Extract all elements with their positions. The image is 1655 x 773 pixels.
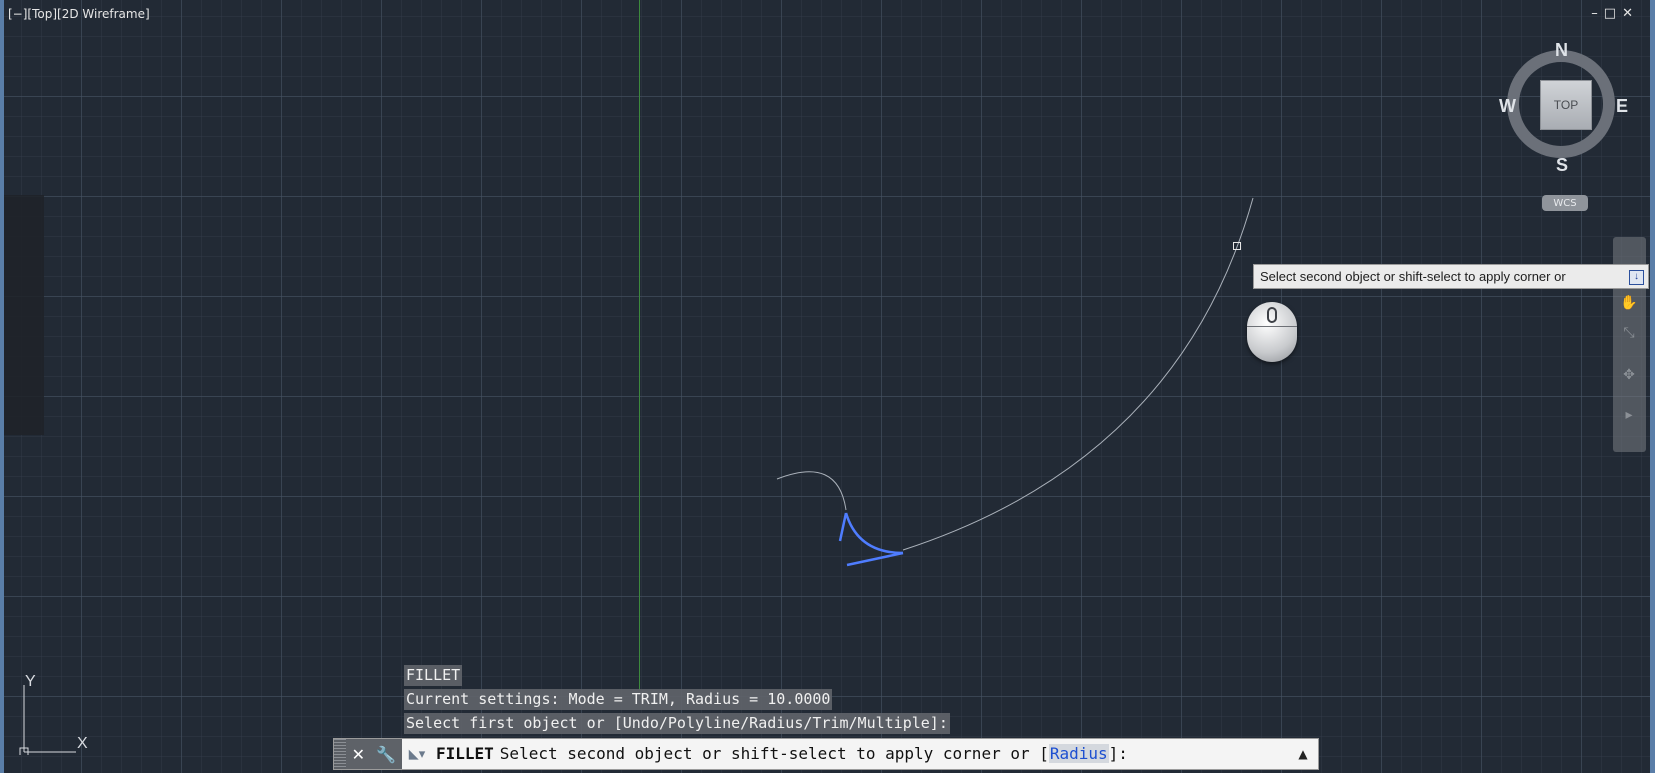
tooltip-options-icon[interactable]: ↓ bbox=[1629, 270, 1644, 285]
viewcube-top-face[interactable]: TOP bbox=[1540, 80, 1592, 130]
command-history-line: Current settings: Mode = TRIM, Radius = … bbox=[404, 689, 833, 710]
drawing-canvas[interactable] bbox=[0, 0, 1655, 773]
mouse-button-divider bbox=[1247, 326, 1297, 327]
command-prompt[interactable]: Select second object or shift-select to … bbox=[500, 739, 1128, 769]
compass-south[interactable]: S bbox=[1556, 155, 1568, 176]
viewcube[interactable]: N S E W TOP WCS bbox=[1499, 38, 1630, 211]
compass-east[interactable]: E bbox=[1616, 96, 1628, 117]
close-icon[interactable]: ✕ bbox=[352, 745, 365, 764]
radius-option[interactable]: Radius bbox=[1048, 744, 1109, 763]
command-line[interactable]: ✕ 🔧 ◣▾ FILLET Select second object or sh… bbox=[333, 738, 1319, 770]
showmotion-icon[interactable]: ▸ bbox=[1619, 407, 1639, 425]
compass-north[interactable]: N bbox=[1555, 40, 1568, 61]
command-history-line: Select first object or [Undo/Polyline/Ra… bbox=[404, 713, 950, 734]
wcs-menu-button[interactable]: WCS bbox=[1542, 195, 1588, 211]
compass-west[interactable]: W bbox=[1499, 96, 1516, 117]
mouse-wheel-icon bbox=[1267, 307, 1277, 323]
highlighted-line-a[interactable] bbox=[838, 512, 848, 542]
ucs-x-label: X bbox=[77, 735, 88, 752]
highlighted-line-b[interactable] bbox=[846, 551, 904, 567]
recent-commands-icon[interactable]: ◣▾ bbox=[402, 739, 432, 769]
tooltip-text: Select second object or shift-select to … bbox=[1260, 269, 1566, 284]
pan-hand-icon[interactable]: ✋ bbox=[1619, 295, 1639, 313]
command-line-tools: ✕ 🔧 bbox=[346, 739, 402, 769]
expand-history-icon[interactable]: ▲ bbox=[1288, 739, 1318, 769]
ucs-y-label: Y bbox=[25, 673, 36, 690]
highlighted-fillet-arc[interactable] bbox=[844, 512, 904, 555]
mouse-cursor-icon bbox=[1247, 302, 1297, 362]
zoom-extents-icon[interactable]: ⤡ bbox=[1619, 325, 1639, 343]
dynamic-input-tooltip: Select second object or shift-select to … bbox=[1253, 264, 1649, 289]
orbit-icon[interactable]: ✥ bbox=[1619, 367, 1639, 385]
arc-small[interactable] bbox=[776, 471, 847, 511]
ucs-icon: Y X bbox=[18, 673, 88, 759]
command-history-line: FILLET bbox=[404, 665, 463, 686]
prompt-end: ]: bbox=[1108, 744, 1128, 763]
pickbox-cursor bbox=[1233, 242, 1241, 250]
customize-icon[interactable]: 🔧 bbox=[376, 745, 396, 764]
prompt-text: Select second object or shift-select to … bbox=[499, 744, 1049, 763]
command-line-grip[interactable] bbox=[334, 739, 346, 769]
arc-large[interactable] bbox=[902, 197, 1254, 551]
command-name: FILLET bbox=[436, 744, 494, 763]
